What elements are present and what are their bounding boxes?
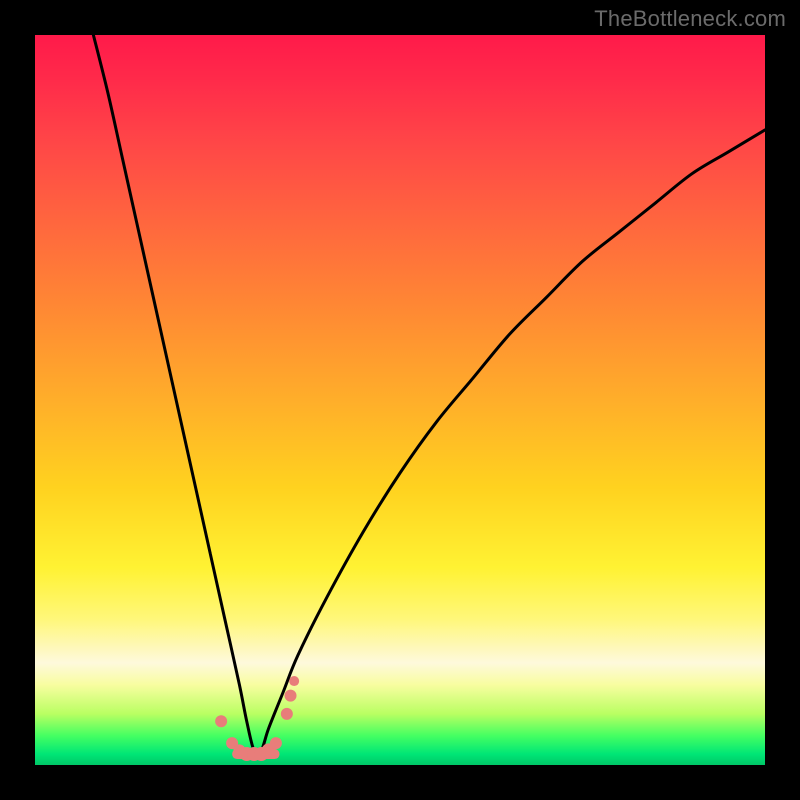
highlight-dot	[281, 708, 293, 720]
watermark-text: TheBottleneck.com	[594, 6, 786, 32]
chart-frame: TheBottleneck.com	[0, 0, 800, 800]
markers-layer	[35, 35, 765, 765]
highlight-dot	[270, 737, 282, 749]
highlight-markers	[215, 676, 299, 761]
highlight-dot	[215, 715, 227, 727]
highlight-dot	[289, 676, 299, 686]
highlight-dot	[285, 690, 297, 702]
plot-area	[35, 35, 765, 765]
